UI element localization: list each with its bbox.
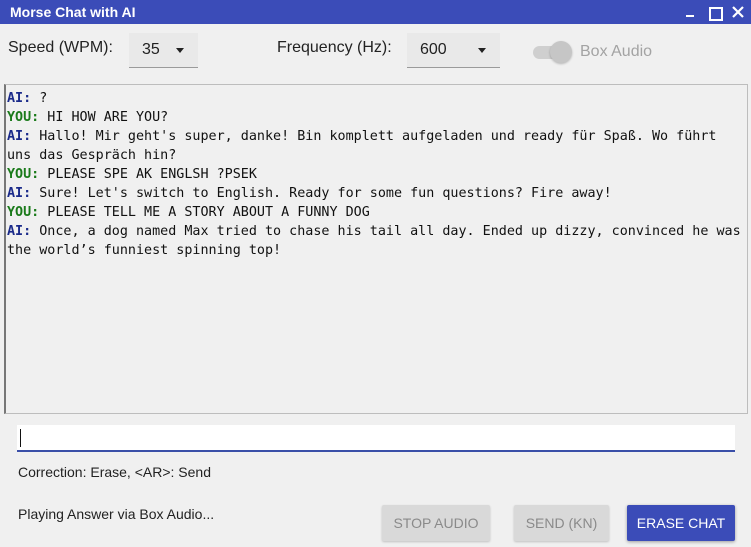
chat-message: AI: Sure! Let's switch to English. Ready… — [7, 184, 747, 203]
message-text: Once, a dog named Max tried to chase his… — [7, 224, 748, 258]
message-speaker: YOU: — [7, 167, 40, 182]
frequency-select[interactable]: 600 — [407, 33, 500, 68]
chat-message: YOU: HI HOW ARE YOU? — [7, 108, 747, 127]
frequency-value: 600 — [420, 41, 447, 58]
message-text: HI HOW ARE YOU? — [39, 110, 169, 125]
title-bar: Morse Chat with AI — [0, 0, 751, 24]
message-speaker: AI: — [7, 186, 32, 201]
message-text: Sure! Let's switch to English. Ready for… — [31, 186, 612, 201]
chat-message: YOU: PLEASE SPE AK ENGLSH ?PSEK — [7, 165, 747, 184]
chat-message: AI: Hallo! Mir geht's super, danke! Bin … — [7, 127, 747, 165]
speed-label: Speed (WPM): — [8, 39, 113, 56]
toggle-knob — [550, 41, 572, 63]
send-button[interactable]: SEND (KN) — [514, 505, 609, 541]
message-speaker: YOU: — [7, 205, 40, 220]
close-icon[interactable] — [730, 3, 746, 21]
frequency-label: Frequency (Hz): — [277, 39, 392, 56]
message-text: ? — [31, 91, 48, 106]
morse-input-field[interactable] — [17, 425, 735, 452]
chat-message: YOU: PLEASE TELL ME A STORY ABOUT A FUNN… — [7, 203, 747, 222]
correction-hint: Correction: Erase, <AR>: Send — [18, 464, 211, 480]
message-speaker: AI: — [7, 91, 32, 106]
status-text: Playing Answer via Box Audio... — [18, 506, 215, 522]
box-audio-toggle[interactable] — [533, 41, 573, 63]
speed-value: 35 — [142, 41, 160, 58]
maximize-icon[interactable] — [706, 3, 723, 21]
message-text: Hallo! Mir geht's super, danke! Bin komp… — [7, 129, 725, 163]
message-speaker: YOU: — [7, 110, 40, 125]
chat-message: AI: Once, a dog named Max tried to chase… — [7, 222, 747, 260]
message-text: PLEASE TELL ME A STORY ABOUT A FUNNY DOG — [39, 205, 370, 220]
message-speaker: AI: — [7, 224, 32, 239]
message-speaker: AI: — [7, 129, 32, 144]
chevron-down-icon — [478, 48, 486, 53]
chevron-down-icon — [176, 48, 184, 53]
morse-input[interactable] — [17, 425, 735, 450]
text-cursor — [20, 429, 21, 447]
box-audio-label: Box Audio — [580, 43, 653, 60]
message-text: PLEASE SPE AK ENGLSH ?PSEK — [39, 167, 257, 182]
stop-audio-button[interactable]: STOP AUDIO — [382, 505, 490, 541]
speed-select[interactable]: 35 — [129, 33, 198, 68]
chat-messages: AI: ? YOU: HI HOW ARE YOU? AI: Hallo! Mir … — [7, 89, 747, 260]
chat-message: AI: ? — [7, 89, 747, 108]
window-title: Morse Chat with AI — [10, 4, 136, 20]
chat-log[interactable]: AI: ? YOU: HI HOW ARE YOU? AI: Hallo! Mir … — [4, 84, 748, 414]
minimize-icon[interactable] — [682, 3, 698, 21]
erase-chat-button[interactable]: ERASE CHAT — [627, 505, 735, 541]
